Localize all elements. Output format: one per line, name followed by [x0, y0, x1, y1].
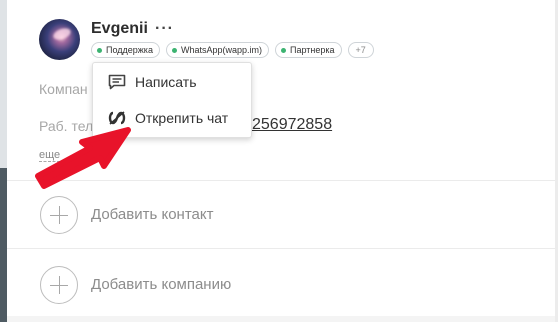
tag-label: Поддержка: [106, 45, 153, 55]
bottom-border: [7, 316, 555, 322]
left-panel-edge: [0, 0, 7, 322]
message-icon: [107, 72, 127, 92]
more-tags-badge[interactable]: +7: [347, 42, 374, 58]
tag-dot-icon: [280, 47, 286, 53]
left-panel-dark-area: [0, 168, 7, 322]
tag-dot-icon: [97, 47, 102, 53]
menu-item-label: Написать: [135, 74, 197, 90]
tag-support[interactable]: Поддержка: [91, 42, 160, 58]
divider: [7, 248, 555, 249]
tag-label: WhatsApp(wapp.im): [180, 45, 262, 55]
tag-dot-icon: [171, 47, 177, 53]
add-company-icon[interactable]: [40, 266, 78, 304]
avatar[interactable]: [39, 19, 80, 60]
red-arrow-annotation: [35, 127, 131, 189]
contact-name[interactable]: Evgenii: [91, 20, 148, 38]
menu-item-label: Открепить чат: [135, 110, 229, 126]
tag-partner[interactable]: Партнерка: [274, 42, 342, 58]
add-contact-icon[interactable]: [40, 196, 78, 234]
phone-link[interactable]: 256972858: [252, 116, 332, 134]
company-label: Компан: [39, 81, 88, 97]
tag-whatsapp[interactable]: WhatsApp(wapp.im): [165, 42, 269, 58]
more-options-icon[interactable]: ···: [155, 20, 174, 38]
tag-label: Партнерка: [289, 45, 335, 55]
add-contact-button[interactable]: Добавить контакт: [91, 206, 213, 223]
add-company-button[interactable]: Добавить компанию: [91, 276, 231, 293]
tag-list: Поддержка WhatsApp(wapp.im) Партнерка +7: [91, 42, 374, 58]
menu-item-write[interactable]: Написать: [93, 67, 251, 97]
